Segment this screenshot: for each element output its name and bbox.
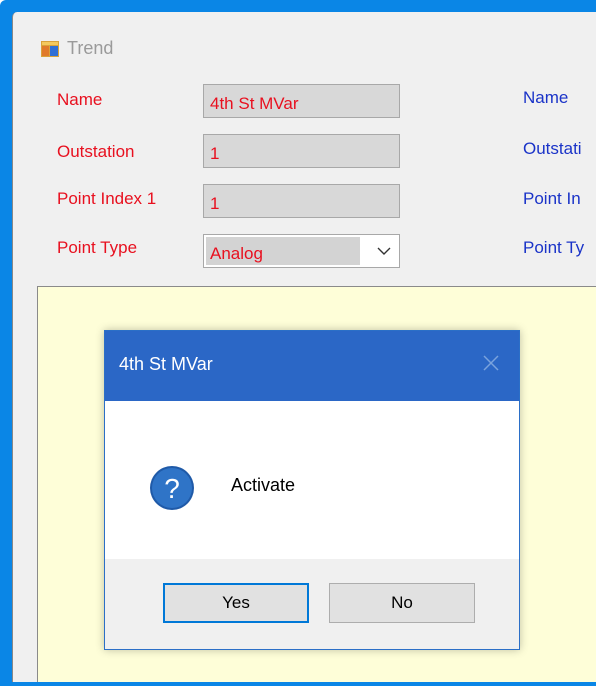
point-type-value: Analog <box>206 237 360 265</box>
point-type-label: Point Type <box>57 238 138 257</box>
chevron-down-icon[interactable] <box>377 246 391 256</box>
close-icon[interactable] <box>481 353 501 373</box>
dialog-message: Activate <box>231 475 296 495</box>
title-bar[interactable]: Trend <box>13 12 596 74</box>
activate-dialog: 4th St MVar ? Activate Yes No <box>104 330 520 650</box>
outstation-field[interactable]: 1 <box>203 134 400 168</box>
right-point-type-label: Point Ty <box>523 238 585 257</box>
point-index-field[interactable]: 1 <box>203 184 400 218</box>
yes-button[interactable]: Yes <box>163 583 309 623</box>
dialog-footer: Yes No <box>105 559 519 649</box>
dialog-title: 4th St MVar <box>119 354 213 374</box>
point-type-select[interactable]: Analog <box>203 234 400 268</box>
right-name-label: Name <box>523 88 569 107</box>
outstation-label: Outstation <box>57 142 135 161</box>
right-point-index-label: Point In <box>523 189 581 208</box>
dialog-title-bar[interactable]: 4th St MVar <box>105 331 519 401</box>
point-index-label: Point Index 1 <box>57 189 157 208</box>
window-title: Trend <box>67 38 114 58</box>
name-label: Name <box>57 90 103 109</box>
no-button[interactable]: No <box>329 583 475 623</box>
svg-text:?: ? <box>164 473 180 504</box>
right-outstation-label: Outstati <box>523 139 582 158</box>
app-window-icon <box>41 41 59 57</box>
dialog-body: ? Activate <box>105 401 519 559</box>
name-field[interactable]: 4th St MVar <box>203 84 400 118</box>
question-icon: ? <box>150 466 194 510</box>
